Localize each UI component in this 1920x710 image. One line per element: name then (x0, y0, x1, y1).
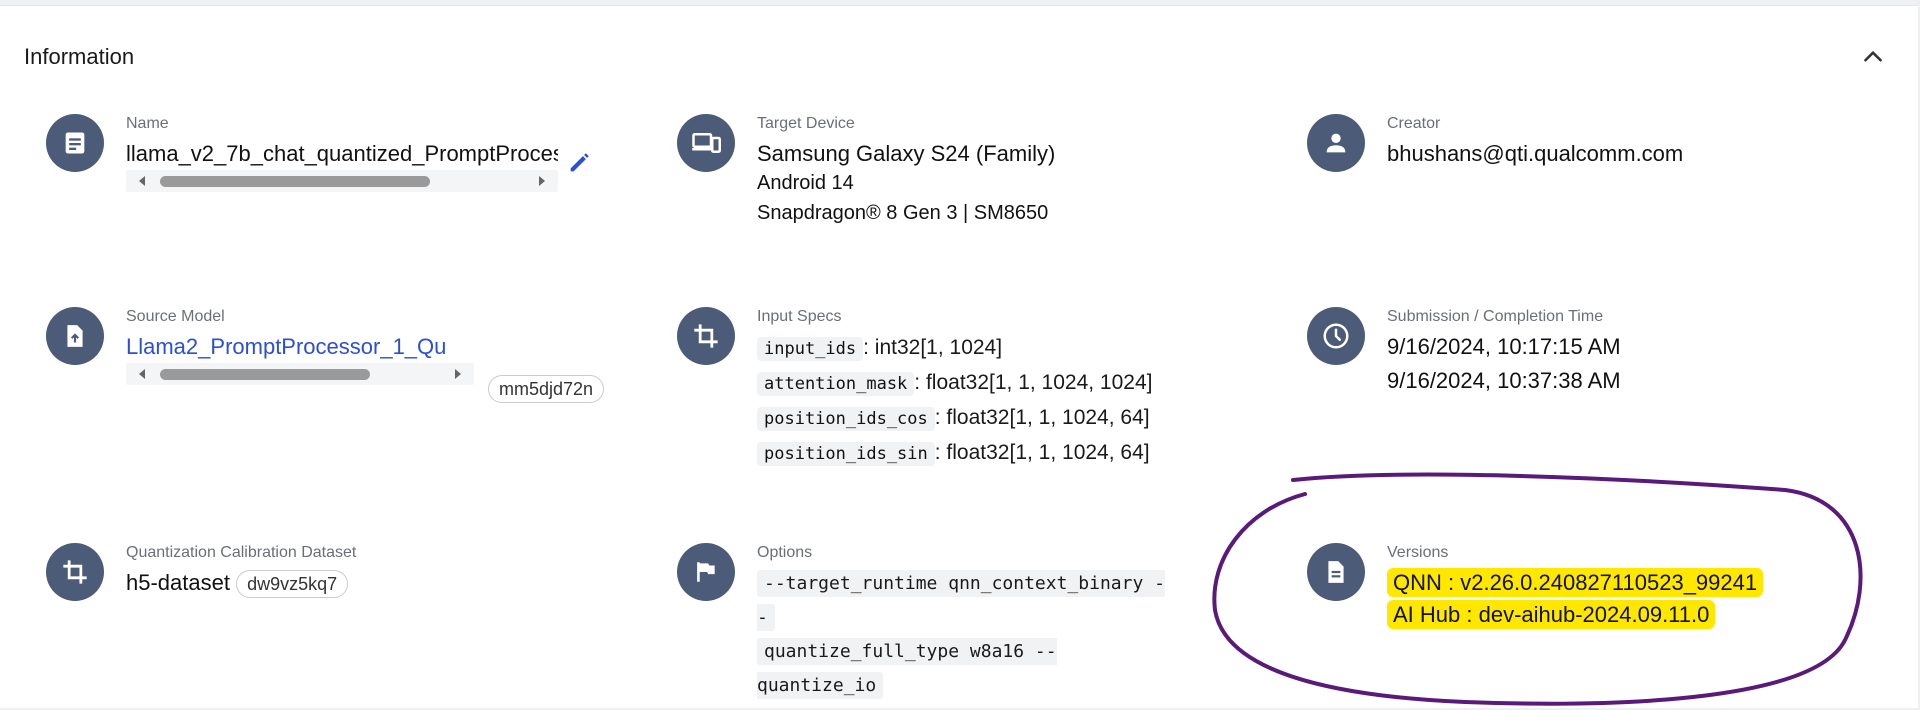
input-spec-item: attention_mask: float32[1, 1, 1024, 1024… (757, 366, 1237, 401)
source-model-link[interactable]: Llama2_PromptProcessor_1_Quantized (126, 333, 446, 361)
scroll-right-icon[interactable] (452, 368, 464, 380)
clock-icon (1307, 307, 1365, 365)
input-specs-label: Input Specs (757, 308, 842, 325)
document-icon (46, 114, 104, 172)
file-info-icon (1307, 543, 1365, 601)
creator-label: Creator (1387, 115, 1441, 132)
person-icon (1307, 114, 1365, 172)
input-spec-item: position_ids_cos: float32[1, 1, 1024, 64… (757, 401, 1237, 436)
scroll-left-icon[interactable] (136, 368, 148, 380)
scrollbar-thumb[interactable] (160, 369, 370, 380)
calibration-value: h5-dataset dw9vz5kq7 (126, 569, 606, 598)
device-name: Samsung Galaxy S24 (Family) (757, 141, 1056, 166)
chevron-up-icon[interactable] (1860, 44, 1886, 70)
qnn-version: QNN : v2.26.0.240827110523_99241 (1387, 568, 1867, 597)
crop-icon (46, 543, 104, 601)
source-model-id-chip[interactable]: mm5djd72n (488, 375, 605, 403)
scroll-right-icon[interactable] (536, 175, 548, 187)
crop-icon (677, 307, 735, 365)
devices-icon (677, 114, 735, 172)
calibration-id-chip[interactable]: dw9vz5kq7 (236, 570, 349, 598)
input-spec-item: input_ids: int32[1, 1024] (757, 331, 1237, 366)
submission-time: 9/16/2024, 10:17:15 AM (1387, 334, 1621, 359)
flag-icon (677, 543, 735, 601)
input-spec-item: position_ids_sin: float32[1, 1, 1024, 64… (757, 436, 1237, 471)
scrollbar-thumb[interactable] (160, 176, 430, 187)
device-chipset: Snapdragon® 8 Gen 3 | SM8650 (757, 202, 1049, 224)
calibration-label: Quantization Calibration Dataset (126, 544, 357, 561)
target-device-label: Target Device (757, 115, 855, 132)
completion-time: 9/16/2024, 10:37:38 AM (1387, 368, 1621, 393)
scroll-left-icon[interactable] (136, 175, 148, 187)
time-label: Submission / Completion Time (1387, 308, 1604, 325)
source-model-label: Source Model (126, 308, 225, 325)
name-value: llama_v2_7b_chat_quantized_PromptProcess… (126, 141, 558, 166)
versions-label: Versions (1387, 544, 1449, 561)
section-title: Information (24, 44, 135, 69)
name-label: Name (126, 115, 169, 132)
options-value: --target_runtime qnn_context_binary -- q… (757, 567, 1181, 703)
options-label: Options (757, 544, 813, 561)
name-scrollbar[interactable] (126, 170, 558, 192)
creator-value: bhushans@qti.qualcomm.com (1387, 141, 1684, 166)
device-os: Android 14 (757, 172, 854, 194)
information-panel: Information Name llama_v2_7b_chat_quanti… (0, 5, 1918, 708)
source-model-scrollbar[interactable] (126, 363, 474, 385)
aihub-version: AI Hub : dev-aihub-2024.09.11.0 (1387, 600, 1867, 629)
edit-icon[interactable] (566, 148, 594, 176)
upload-file-icon (46, 307, 104, 365)
